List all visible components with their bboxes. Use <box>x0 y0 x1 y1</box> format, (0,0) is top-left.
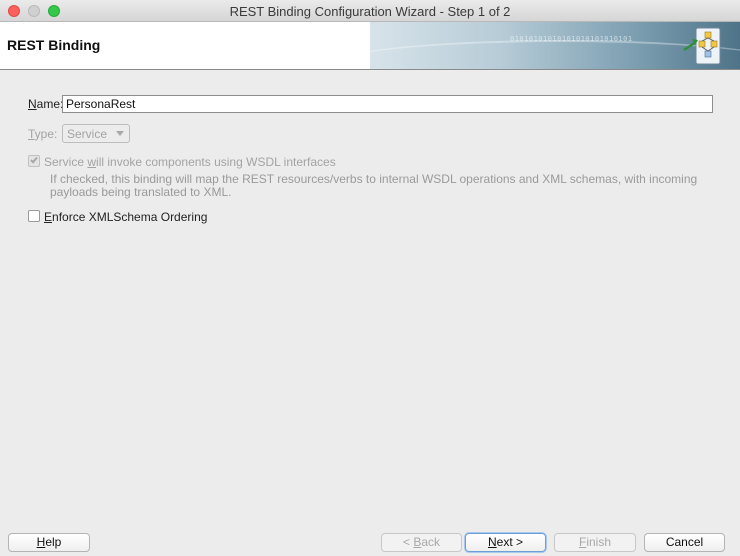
chevron-down-icon <box>116 131 124 136</box>
wsdl-help-text: If checked, this binding will map the RE… <box>50 172 698 199</box>
wsdl-interfaces-checkbox[interactable] <box>28 155 40 167</box>
enforce-ordering-label: Enforce XMLSchema Ordering <box>44 210 208 224</box>
next-button[interactable]: Next > <box>465 533 546 552</box>
wsdl-interfaces-label: Service will invoke components using WSD… <box>44 155 336 169</box>
title-bar: REST Binding Configuration Wizard - Step… <box>0 0 740 22</box>
window-title: REST Binding Configuration Wizard - Step… <box>229 4 511 19</box>
name-input[interactable] <box>62 95 713 113</box>
header-binary-decor: 01010101010101010101010101 <box>510 35 633 43</box>
back-button[interactable]: < Back <box>381 533 462 552</box>
name-label: Name: <box>28 97 64 111</box>
type-select[interactable]: Service <box>62 124 130 143</box>
wizard-page-title: REST Binding <box>7 37 101 53</box>
cancel-button[interactable]: Cancel <box>644 533 725 552</box>
type-select-value: Service <box>67 127 108 141</box>
checkmark-icon <box>30 155 38 164</box>
finish-button[interactable]: Finish <box>554 533 636 552</box>
type-label: Type: <box>28 127 58 141</box>
rest-binding-icon <box>683 27 721 65</box>
help-button[interactable]: Help <box>8 533 90 552</box>
wizard-header: REST Binding 01010101010101010101010101 <box>0 22 740 70</box>
enforce-ordering-checkbox[interactable] <box>28 210 40 222</box>
